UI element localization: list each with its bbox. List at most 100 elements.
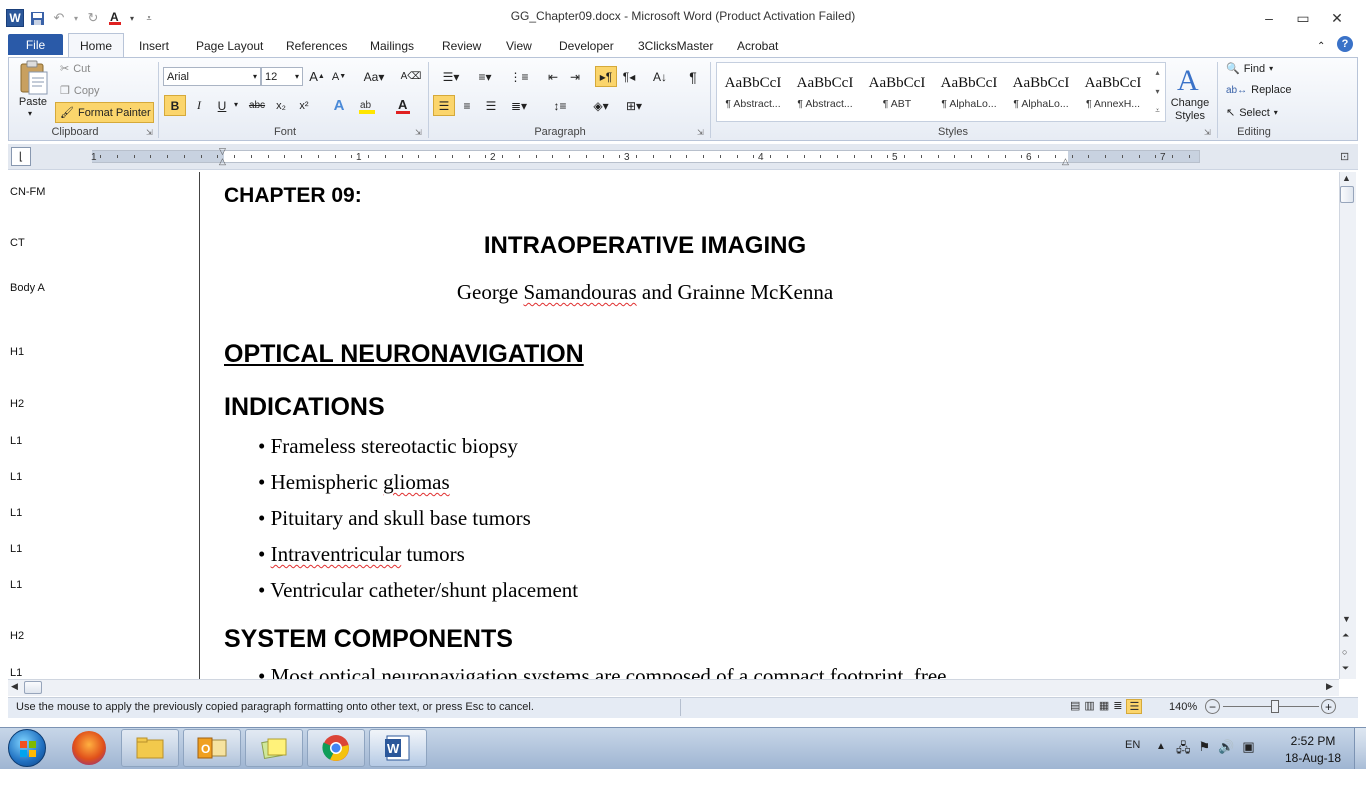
- style-gallery-scroll[interactable]: ▴ ▾ ⩡: [1150, 63, 1165, 121]
- justify-icon[interactable]: ≣▾: [505, 95, 533, 116]
- view-ruler-icon[interactable]: ⊡: [1340, 150, 1349, 163]
- clipboard-launcher-icon[interactable]: ⇲: [146, 128, 153, 137]
- tab-insert[interactable]: Insert: [139, 34, 169, 58]
- shrink-font-icon[interactable]: A ▼: [328, 66, 350, 87]
- tab-developer[interactable]: Developer: [559, 34, 614, 58]
- grow-font-icon[interactable]: A ▲: [306, 66, 328, 87]
- maximize-icon[interactable]: ▭: [1286, 6, 1320, 30]
- horizontal-scroll-thumb[interactable]: [24, 681, 42, 694]
- clock-date[interactable]: 18-Aug-18: [1278, 751, 1348, 765]
- show-marks-icon[interactable]: ¶: [682, 66, 704, 87]
- font-color-dropdown-icon[interactable]: ▾: [128, 9, 136, 27]
- chapter-title[interactable]: INTRAOPERATIVE IMAGING: [224, 232, 1066, 260]
- heading-system-components[interactable]: SYSTEM COMPONENTS: [224, 625, 513, 654]
- start-button[interactable]: [8, 729, 46, 767]
- zoom-out-icon[interactable]: −: [1205, 699, 1220, 714]
- list-item-partial[interactable]: • Most optical neuronavigation systems a…: [258, 664, 1333, 679]
- outline-icon[interactable]: ≣: [1113, 699, 1122, 714]
- text-effects-icon[interactable]: A: [328, 95, 350, 116]
- previous-page-icon[interactable]: ⏶: [1342, 630, 1349, 641]
- font-color-icon[interactable]: A: [106, 9, 124, 27]
- underline-button[interactable]: U: [211, 95, 233, 116]
- select-button[interactable]: ↖ Select ▾: [1226, 106, 1278, 120]
- chapter-number[interactable]: CHAPTER 09:: [224, 184, 362, 208]
- paste-icon[interactable]: [16, 60, 50, 96]
- horizontal-scrollbar[interactable]: [8, 679, 1339, 696]
- paragraph-launcher-icon[interactable]: ⇲: [697, 128, 704, 137]
- scroll-down-icon[interactable]: ▼: [1342, 614, 1351, 624]
- language-indicator[interactable]: EN: [1125, 739, 1140, 751]
- multilevel-list-icon[interactable]: ⋮≡: [504, 66, 534, 87]
- align-left-icon[interactable]: ☰: [433, 95, 455, 116]
- zoom-in-icon[interactable]: +: [1321, 699, 1336, 714]
- borders-icon[interactable]: ⊞▾: [620, 95, 648, 116]
- word-app-icon[interactable]: W: [6, 9, 24, 27]
- rtl-direction-icon[interactable]: ¶◂: [618, 66, 640, 87]
- taskbar-sticky-notes[interactable]: [245, 729, 303, 767]
- chevron-up-icon[interactable]: ▴: [1155, 68, 1159, 77]
- style-item[interactable]: AaBbCcI ¶ AlphaLo...: [934, 64, 1004, 120]
- styles-launcher-icon[interactable]: ⇲: [1204, 128, 1211, 137]
- zoom-level[interactable]: 140%: [1169, 701, 1197, 713]
- tab-review[interactable]: Review: [442, 34, 481, 58]
- copy-button[interactable]: ❐ Copy: [60, 84, 100, 98]
- tab-mailings[interactable]: Mailings: [370, 34, 414, 58]
- tab-file[interactable]: File: [8, 34, 63, 55]
- browse-object-icon[interactable]: ○: [1342, 647, 1347, 657]
- increase-indent-icon[interactable]: ⇥: [564, 66, 586, 87]
- font-color-button-icon[interactable]: A: [392, 95, 414, 116]
- heading-optical-neuronavigation[interactable]: OPTICAL NEURONAVIGATION: [224, 340, 584, 369]
- underline-dropdown-icon[interactable]: ▾: [234, 100, 238, 109]
- strikethrough-button[interactable]: abc: [246, 95, 268, 116]
- tab-page-layout[interactable]: Page Layout: [196, 34, 263, 58]
- chevron-down-icon[interactable]: ▾: [1155, 87, 1159, 96]
- undo-dropdown-icon[interactable]: ▾: [72, 9, 80, 27]
- style-item[interactable]: AaBbCcI ¶ AlphaLo...: [1006, 64, 1076, 120]
- font-launcher-icon[interactable]: ⇲: [415, 128, 422, 137]
- scroll-right-icon[interactable]: ▶: [1326, 681, 1333, 692]
- list-item[interactable]: • Pituitary and skull base tumors: [258, 506, 531, 531]
- line-spacing-icon[interactable]: ↕≡: [546, 95, 574, 116]
- style-item[interactable]: AaBbCcI ¶ Abstract...: [718, 64, 788, 120]
- scroll-left-icon[interactable]: ◀: [11, 681, 18, 692]
- style-item[interactable]: AaBbCcI ¶ AnnexH...: [1078, 64, 1148, 120]
- authors-line[interactable]: George Samandouras and Grainne McKenna: [224, 280, 1066, 305]
- list-item[interactable]: • Ventricular catheter/shunt placement: [258, 578, 578, 603]
- vertical-scroll-thumb[interactable]: [1340, 186, 1354, 203]
- minimize-icon[interactable]: –: [1252, 6, 1286, 30]
- cut-button[interactable]: ✂ Cut: [60, 62, 90, 76]
- font-size-combo[interactable]: 12 ▾: [261, 67, 303, 86]
- heading-indications[interactable]: INDICATIONS: [224, 393, 385, 422]
- web-layout-icon[interactable]: ▦: [1099, 699, 1109, 714]
- font-name-combo[interactable]: Arial ▾: [163, 67, 261, 86]
- taskbar-chrome[interactable]: [307, 729, 365, 767]
- bold-button[interactable]: B: [164, 95, 186, 116]
- paste-dropdown-icon[interactable]: ▾: [28, 109, 32, 118]
- tab-acrobat[interactable]: Acrobat: [737, 34, 778, 58]
- action-center-flag-icon[interactable]: ⚑: [1199, 739, 1211, 761]
- taskbar-word[interactable]: W: [369, 729, 427, 767]
- tab-view[interactable]: View: [506, 34, 532, 58]
- find-button[interactable]: 🔍 Find ▾: [1226, 62, 1273, 76]
- gallery-more-icon[interactable]: ⩡: [1155, 106, 1160, 116]
- italic-button[interactable]: I: [188, 95, 210, 116]
- network-icon[interactable]: 🖧: [1176, 739, 1191, 761]
- tab-home[interactable]: Home: [68, 33, 124, 58]
- right-indent-marker[interactable]: △: [1062, 156, 1069, 167]
- style-item[interactable]: AaBbCcI ¶ Abstract...: [790, 64, 860, 120]
- list-item[interactable]: • Hemispheric gliomas: [258, 470, 450, 495]
- customize-qat-icon[interactable]: ⩡: [140, 9, 158, 27]
- replace-button[interactable]: ab↔ Replace: [1226, 84, 1291, 96]
- superscript-button[interactable]: x²: [293, 95, 315, 116]
- scroll-up-icon[interactable]: ▲: [1342, 173, 1351, 183]
- close-icon[interactable]: ✕: [1320, 6, 1354, 30]
- show-desktop-button[interactable]: [1354, 728, 1366, 769]
- save-icon[interactable]: [28, 9, 46, 27]
- align-center-icon[interactable]: ≡: [456, 95, 478, 116]
- print-layout-icon[interactable]: ▤: [1070, 699, 1080, 714]
- draft-icon[interactable]: ☰: [1126, 699, 1143, 714]
- list-item[interactable]: • Intraventricular tumors: [258, 542, 465, 567]
- vertical-scrollbar[interactable]: [1339, 172, 1356, 679]
- taskbar-explorer[interactable]: [121, 729, 179, 767]
- tab-3clicksmaster[interactable]: 3ClicksMaster: [638, 34, 713, 58]
